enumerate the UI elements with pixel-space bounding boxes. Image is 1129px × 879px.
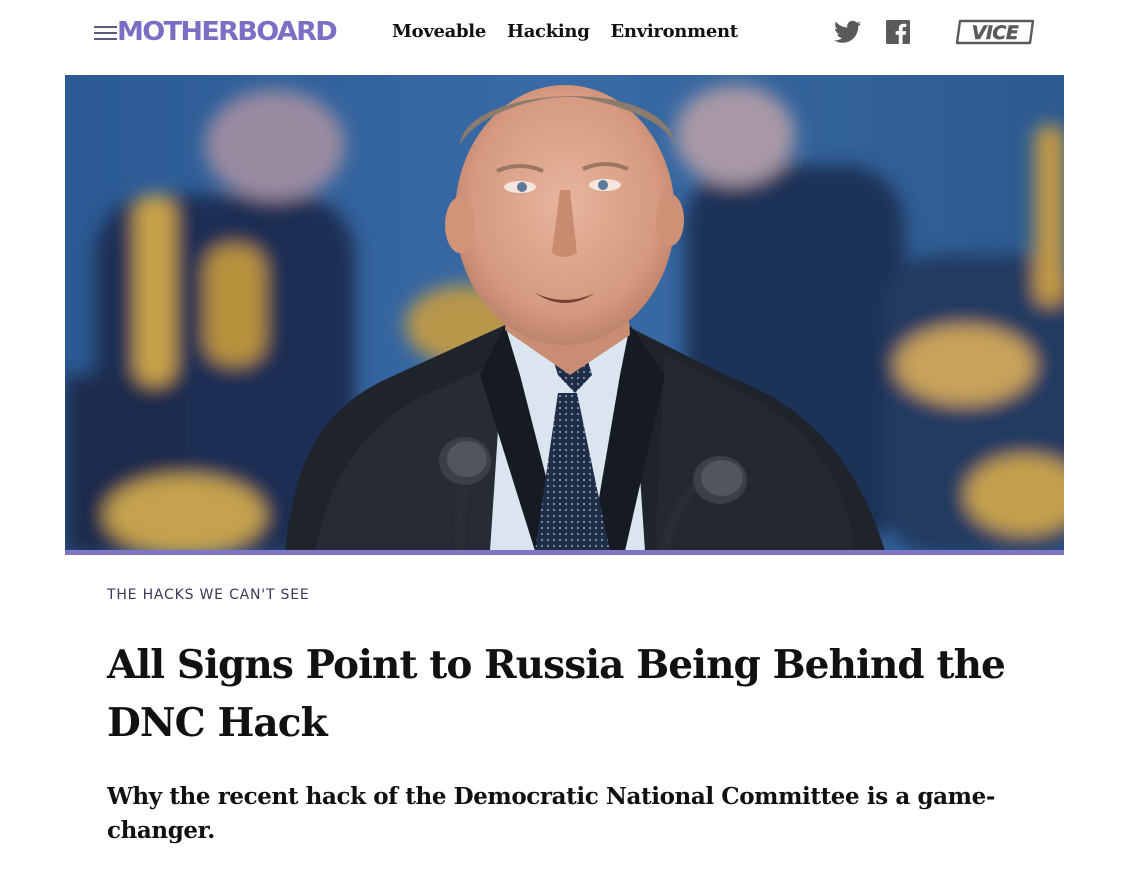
article-dek: Why the recent hack of the Democratic Na… <box>107 783 995 844</box>
nav-item-hacking[interactable]: Hacking <box>507 18 590 46</box>
main-nav: Moveable Hacking Environment <box>392 18 738 46</box>
vice-logo[interactable]: VICE <box>954 18 1036 46</box>
article-kicker[interactable]: THE HACKS WE CAN'T SEE <box>107 585 310 605</box>
nav-item-moveable[interactable]: Moveable <box>392 18 486 46</box>
site-header: MOTHERBOARD Moveable Hacking Environment… <box>0 0 1129 66</box>
hero-image <box>65 75 1064 551</box>
hero-accent-rule <box>65 550 1064 555</box>
nav-item-environment[interactable]: Environment <box>611 18 739 46</box>
motherboard-logo[interactable]: MOTHERBOARD <box>117 15 338 49</box>
facebook-icon[interactable] <box>886 20 910 44</box>
menu-icon[interactable] <box>94 24 117 41</box>
speaker-photo <box>65 75 1064 551</box>
svg-text:VICE: VICE <box>972 22 1019 44</box>
article-headline[interactable]: All Signs Point to Russia Being Behind t… <box>107 636 1067 752</box>
twitter-icon[interactable] <box>834 20 861 44</box>
